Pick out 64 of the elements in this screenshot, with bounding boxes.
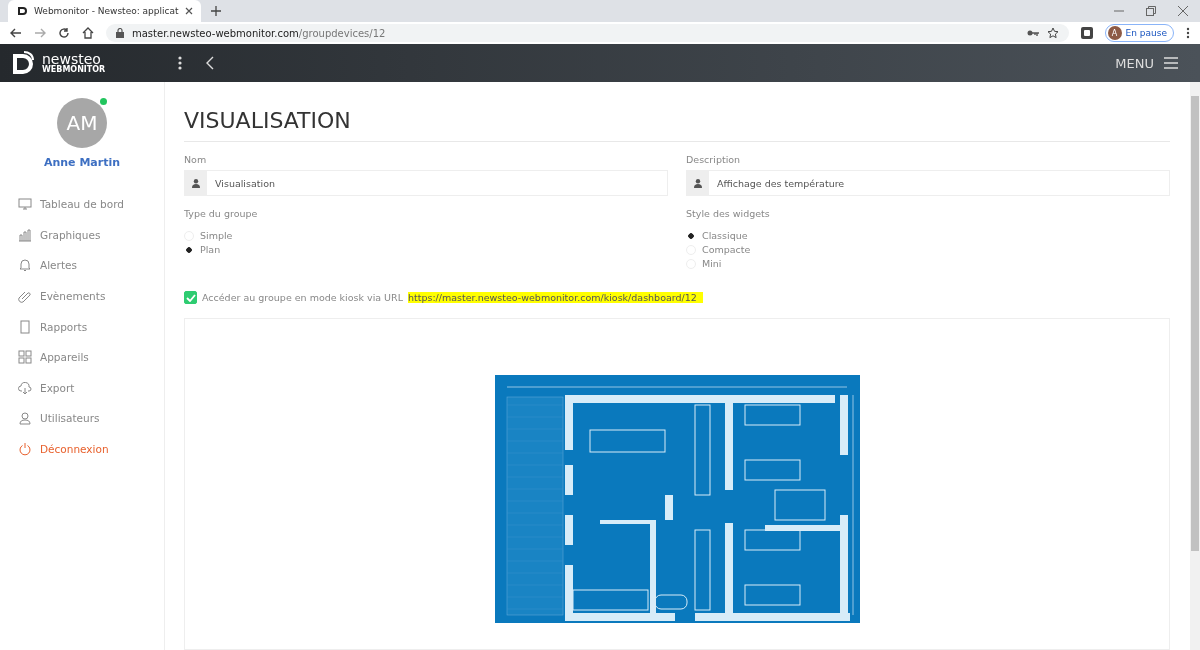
- nav-item[interactable]: Evènements: [18, 280, 164, 312]
- nav-item[interactable]: Utilisateurs: [18, 403, 164, 434]
- radio-option[interactable]: Compacte: [686, 244, 1170, 255]
- back-icon[interactable]: [10, 27, 22, 39]
- user-icon: [18, 411, 32, 426]
- logo-subtitle: WEBMONITOR: [42, 66, 106, 74]
- group-label: Style des widgets: [686, 208, 771, 219]
- browser-tab[interactable]: Webmonitor - Newsteo: applicat: [8, 0, 201, 22]
- bar-chart-icon: [18, 227, 32, 242]
- menu-button[interactable]: MENU: [1115, 55, 1188, 71]
- home-icon[interactable]: [82, 27, 94, 39]
- avatar: A: [1107, 26, 1122, 40]
- radio-button[interactable]: [686, 230, 696, 241]
- nav-item[interactable]: Tableau de bord: [18, 189, 164, 220]
- close-icon[interactable]: [184, 7, 193, 15]
- radio-button[interactable]: [184, 244, 194, 255]
- logo-icon: [12, 50, 34, 76]
- monitor-icon: [18, 197, 32, 212]
- grid-icon: [18, 350, 32, 365]
- user-name[interactable]: Anne Martin: [43, 156, 121, 169]
- tab-title: Webmonitor - Newsteo: applicat: [34, 6, 179, 16]
- radio-option[interactable]: Mini: [686, 258, 1170, 269]
- nav-item[interactable]: Appareils: [18, 341, 164, 373]
- nav-item[interactable]: Alertes: [18, 250, 164, 281]
- key-icon[interactable]: [1026, 29, 1039, 37]
- bell-icon: [18, 258, 32, 273]
- kiosk-url-link[interactable]: https://master.newsteo-webmonitor.com/kiosk/dashboard/12: [407, 292, 703, 303]
- more-icon[interactable]: [178, 56, 182, 70]
- nav-item[interactable]: Déconnexion: [18, 433, 164, 465]
- nav-item[interactable]: Rapports: [18, 311, 164, 342]
- group-label: Type du groupe: [184, 208, 259, 219]
- lock-icon: [116, 28, 124, 38]
- close-icon[interactable]: [1178, 6, 1188, 16]
- extension-icon[interactable]: [1080, 27, 1093, 39]
- logo-icon: [16, 5, 28, 17]
- text-field[interactable]: Affichage des température: [686, 170, 1170, 196]
- star-icon[interactable]: [1046, 27, 1059, 39]
- logo-text: newsteo: [42, 52, 102, 66]
- power-icon: [18, 442, 32, 457]
- avatar: AM: [57, 98, 107, 148]
- more-icon[interactable]: [1186, 27, 1190, 39]
- field-label: Description: [686, 154, 742, 165]
- check-icon: [185, 293, 196, 302]
- new-tab-icon[interactable]: [210, 6, 221, 16]
- nav-item[interactable]: Graphiques: [18, 219, 164, 251]
- menu-icon: [1164, 57, 1178, 69]
- paperclip-icon: [18, 289, 32, 304]
- radio-option[interactable]: Plan: [184, 244, 668, 255]
- scrollbar[interactable]: [1190, 82, 1200, 650]
- address-field[interactable]: master.newsteo-webmonitor.com/groupdevices/12: [106, 24, 1069, 42]
- document-icon: [18, 319, 32, 334]
- kiosk-label: Accéder au groupe en mode kiosk via URL: [202, 292, 403, 303]
- radio-option[interactable]: Classique: [686, 230, 1170, 241]
- text-field[interactable]: Visualisation: [184, 170, 668, 196]
- nav-item[interactable]: Export: [18, 372, 164, 404]
- user-icon: [192, 178, 200, 188]
- radio-option[interactable]: Simple: [184, 230, 668, 241]
- restore-icon[interactable]: [1146, 6, 1156, 16]
- user-icon: [694, 178, 702, 188]
- field-label: Nom: [184, 154, 208, 165]
- page-title: VISUALISATION: [184, 82, 1170, 142]
- reload-icon[interactable]: [58, 27, 70, 39]
- cloud-icon: [18, 380, 32, 395]
- checkbox[interactable]: [184, 291, 197, 304]
